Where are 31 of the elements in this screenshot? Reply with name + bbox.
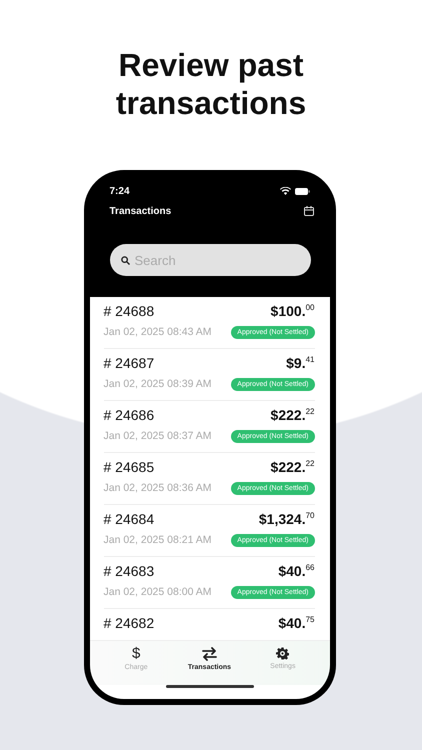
transaction-amount: $9.$^{41}$ (286, 354, 314, 373)
transaction-number: # 24683 (104, 562, 154, 581)
transaction-amount: $222.$^{22}$ (270, 406, 314, 425)
status-time: 7:24 (110, 186, 130, 196)
search-field[interactable]: Search (110, 244, 310, 276)
transaction-date: Jan 02, 2025 08:21 AM (104, 533, 212, 548)
dollar-icon: $ (132, 647, 140, 661)
transaction-number: # 24687 (104, 354, 154, 373)
battery-icon (294, 188, 310, 194)
transaction-number: # 24684 (104, 510, 154, 529)
screen-title: Transactions (110, 206, 172, 216)
swap-arrows-icon (202, 647, 217, 661)
transaction-number: # 24688 (104, 302, 154, 321)
transaction-amount: $100.$^{00}$ (270, 302, 314, 321)
transaction-date: Jan 02, 2025 08:00 AM (104, 585, 212, 600)
transaction-date: Jan 02, 2025 08:39 AM (104, 377, 212, 392)
transaction-amount: $1,324.$^{70}$ (258, 510, 314, 529)
wifi-icon (280, 187, 290, 195)
transaction-date: Jan 02, 2025 08:43 AM (104, 325, 212, 340)
transaction-number: # 24682 (104, 614, 154, 633)
transaction-amount: $222.$^{22}$ (270, 458, 314, 477)
gear-icon (276, 647, 290, 660)
transaction-amount: $40.$^{66}$ (278, 562, 314, 581)
transaction-number: # 24686 (104, 406, 154, 425)
transaction-amount: $40.$^{75}$ (278, 614, 314, 633)
transaction-number: # 24685 (104, 458, 154, 477)
transaction-date: Jan 02, 2025 08:37 AM (104, 429, 212, 444)
transaction-date: Jan 02, 2025 08:36 AM (104, 481, 212, 496)
search-icon (120, 256, 130, 264)
calendar-icon[interactable] (304, 206, 314, 216)
headline: Review past transactions (114, 46, 308, 122)
